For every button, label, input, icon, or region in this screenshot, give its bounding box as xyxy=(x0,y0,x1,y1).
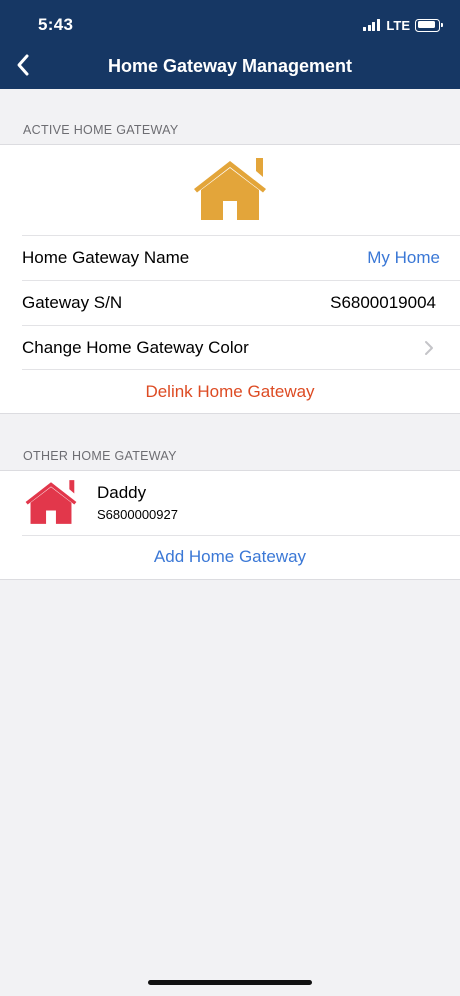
gateway-name: Daddy xyxy=(97,483,147,502)
house-icon xyxy=(25,480,77,524)
other-section-header: OTHER HOME GATEWAY xyxy=(23,449,177,463)
gateway-sn-value: S6800019004 xyxy=(330,293,436,312)
add-gateway-button[interactable]: Add Home Gateway xyxy=(0,547,460,567)
change-color-row[interactable]: Change Home Gateway Color xyxy=(22,325,460,370)
change-color-label: Change Home Gateway Color xyxy=(22,338,249,357)
signal-icon xyxy=(363,19,381,31)
gateway-sn-label: Gateway S/N xyxy=(22,293,123,312)
network-type: LTE xyxy=(386,17,410,33)
other-gateway-card: Daddy S6800000927 Add Home Gateway xyxy=(0,470,460,580)
home-indicator xyxy=(148,980,312,985)
status-indicators: LTE xyxy=(363,17,443,33)
nav-header: 5:43 LTE Home Gateway Management xyxy=(0,0,460,89)
delink-button[interactable]: Delink Home Gateway xyxy=(0,382,460,402)
battery-icon xyxy=(415,18,443,32)
chevron-right-icon xyxy=(424,340,434,356)
house-icon xyxy=(194,158,266,220)
gateway-name-row[interactable]: Home Gateway Name My Home xyxy=(22,235,460,280)
status-time: 5:43 xyxy=(38,15,74,34)
page-title: Home Gateway Management xyxy=(107,56,353,76)
divider xyxy=(22,535,460,536)
gateway-list-item[interactable]: Daddy S6800000927 xyxy=(0,471,460,535)
gateway-serial: S6800000927 xyxy=(97,507,178,522)
gateway-sn-row: Gateway S/N S6800019004 xyxy=(22,280,460,325)
gateway-name-label: Home Gateway Name xyxy=(22,248,190,267)
active-gateway-card: Home Gateway Name My Home Gateway S/N S6… xyxy=(0,144,460,414)
gateway-name-value[interactable]: My Home xyxy=(367,248,440,268)
screen: 5:43 LTE Home Gateway Management ACTIVE … xyxy=(0,0,460,996)
active-section-header: ACTIVE HOME GATEWAY xyxy=(23,123,179,137)
